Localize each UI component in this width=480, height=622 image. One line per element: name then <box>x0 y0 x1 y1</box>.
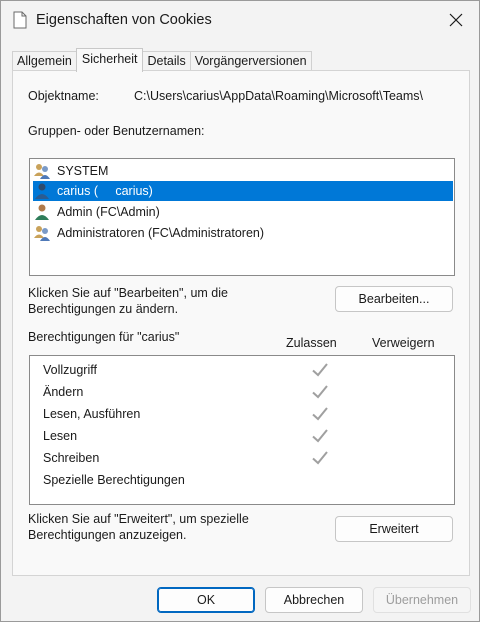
permission-name: Vollzugriff <box>43 363 97 377</box>
apply-button[interactable]: Übernehmen <box>373 587 471 613</box>
permissions-label: Berechtigungen für "carius" <box>28 330 180 344</box>
user-icon <box>35 204 49 220</box>
permission-name: Ändern <box>43 385 84 399</box>
permission-name: Lesen <box>43 429 78 443</box>
advanced-hint-line2: Berechtigungen anzuzeigen. <box>28 528 187 542</box>
user-name: Admin (FC\Admin) <box>57 205 160 219</box>
users-label: Gruppen- oder Benutzernamen: <box>28 124 205 138</box>
tab-strip: Allgemein Sicherheit Details Vorgängerve… <box>12 48 312 72</box>
properties-dialog: Eigenschaften von Cookies Allgemein Sich… <box>0 0 480 622</box>
window-title: Eigenschaften von Cookies <box>36 12 212 28</box>
edit-button[interactable]: Bearbeiten... <box>335 286 453 312</box>
check-icon <box>312 451 328 465</box>
check-icon <box>312 429 328 443</box>
advanced-button[interactable]: Erweitert <box>335 516 453 542</box>
close-icon <box>449 13 463 27</box>
object-name-value: C:\Users\carius\AppData\Roaming\Microsof… <box>134 89 423 103</box>
user-name: carius ( carius) <box>55 182 155 200</box>
list-item-administratoren[interactable]: Administratoren (FC\Administratoren) <box>33 223 266 243</box>
permission-name: Lesen, Ausführen <box>43 407 141 421</box>
document-icon <box>13 11 27 29</box>
tab-sicherheit[interactable]: Sicherheit <box>75 48 144 72</box>
users-list[interactable]: SYSTEM carius ( carius) Admin (FC\Admin) <box>29 158 455 276</box>
advanced-hint-line1: Klicken Sie auf "Erweitert", um speziell… <box>28 512 249 526</box>
permission-row: Vollzugriff <box>43 360 97 380</box>
permission-name: Schreiben <box>43 451 100 465</box>
title-bar: Eigenschaften von Cookies <box>1 1 479 41</box>
close-button[interactable] <box>433 1 479 39</box>
check-icon <box>312 363 328 377</box>
ok-button[interactable]: OK <box>157 587 255 613</box>
tab-allgemein[interactable]: Allgemein <box>12 51 77 72</box>
list-item-admin[interactable]: Admin (FC\Admin) <box>33 202 162 222</box>
tab-details[interactable]: Details <box>142 51 191 72</box>
column-header-deny: Verweigern <box>372 336 435 350</box>
permission-row: Schreiben <box>43 448 99 468</box>
user-name: SYSTEM <box>57 164 109 178</box>
edit-hint-line1: Klicken Sie auf "Bearbeiten", um die <box>28 286 228 300</box>
edit-hint-line2: Berechtigungen zu ändern. <box>28 302 179 316</box>
permission-row: Spezielle Berechtigungen <box>43 470 185 490</box>
cancel-button[interactable]: Abbrechen <box>265 587 363 613</box>
group-icon <box>34 226 50 241</box>
object-name-label: Objektname: <box>28 89 99 103</box>
column-header-allow: Zulassen <box>286 336 337 350</box>
tab-vorgaengerversionen[interactable]: Vorgängerversionen <box>189 51 312 72</box>
check-icon <box>312 385 328 399</box>
list-item-system[interactable]: SYSTEM <box>33 161 110 181</box>
permission-name: Spezielle Berechtigungen <box>43 473 185 487</box>
security-tab-panel: Objektname: C:\Users\carius\AppData\Roam… <box>12 70 470 576</box>
check-icon <box>312 407 328 421</box>
permissions-list[interactable]: Vollzugriff Ändern Lesen, Ausführen Lese… <box>29 355 455 505</box>
list-item-carius[interactable]: carius ( carius) <box>33 181 453 201</box>
permission-row: Ändern <box>43 382 83 402</box>
permission-row: Lesen, Ausführen <box>43 404 140 424</box>
user-name: Administratoren (FC\Administratoren) <box>57 226 265 240</box>
user-icon <box>35 183 49 199</box>
permission-row: Lesen <box>43 426 77 446</box>
group-icon <box>34 164 50 179</box>
